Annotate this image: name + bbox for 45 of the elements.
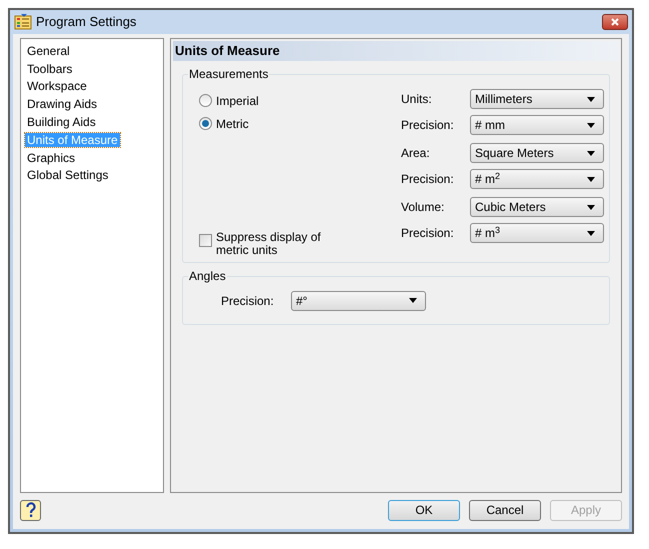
dropdown[interactable]: # mm [470, 115, 604, 135]
list-icon [14, 14, 32, 30]
question-mark-icon [26, 502, 36, 518]
radio-button[interactable] [199, 117, 212, 130]
field-label: Precision: [221, 292, 275, 310]
field-label: Precision: [401, 117, 455, 134]
sidebar-item[interactable]: Drawing Aids [25, 97, 100, 112]
dialog-button[interactable]: Cancel [469, 500, 541, 520]
field-label: Precision: [401, 225, 455, 242]
field-label: Precision: [401, 171, 455, 188]
help-button[interactable] [20, 500, 41, 520]
field-label: Volume: [401, 199, 446, 216]
radio-button[interactable] [199, 94, 212, 107]
caret-icon [587, 150, 595, 156]
radio-label: Imperial [216, 92, 259, 110]
checkbox-label: Suppress display of metric units [216, 231, 322, 257]
dialog-button[interactable]: OK [388, 500, 460, 520]
caret-icon [587, 96, 595, 102]
sidebar-item[interactable]: Toolbars [25, 62, 74, 76]
field-label: Units: [401, 91, 433, 108]
close-button[interactable] [602, 14, 628, 30]
sidebar-item[interactable]: Graphics [25, 150, 78, 165]
sidebar-item[interactable]: General [25, 44, 72, 58]
caret-icon [587, 204, 595, 210]
caret-icon [587, 122, 595, 128]
dropdown[interactable]: Cubic Meters [470, 197, 604, 217]
dropdown[interactable]: # m$^{3}$ [470, 223, 604, 243]
dropdown[interactable]: #° [291, 290, 426, 310]
dropdown[interactable]: Square Meters [470, 143, 604, 163]
caret-icon [587, 176, 595, 182]
window-title: Program Settings [36, 13, 138, 32]
panel-header: Units of Measure [173, 41, 619, 61]
sidebar-item[interactable]: Building Aids [25, 115, 98, 130]
checkbox[interactable] [199, 234, 212, 247]
group-title: Angles [188, 269, 227, 283]
field-label: Area: [401, 145, 431, 162]
caret-icon [409, 298, 417, 303]
radio-label: Metric [216, 116, 249, 132]
caret-icon [587, 230, 595, 236]
dropdown[interactable]: Millimeters [470, 89, 604, 109]
group-title: Measurements [188, 67, 270, 81]
sidebar-item[interactable]: Workspace [25, 79, 89, 94]
close-icon [611, 18, 619, 26]
sidebar-item[interactable]: Global Settings [25, 168, 110, 182]
dropdown[interactable]: # m$^{2}$ [470, 169, 604, 189]
